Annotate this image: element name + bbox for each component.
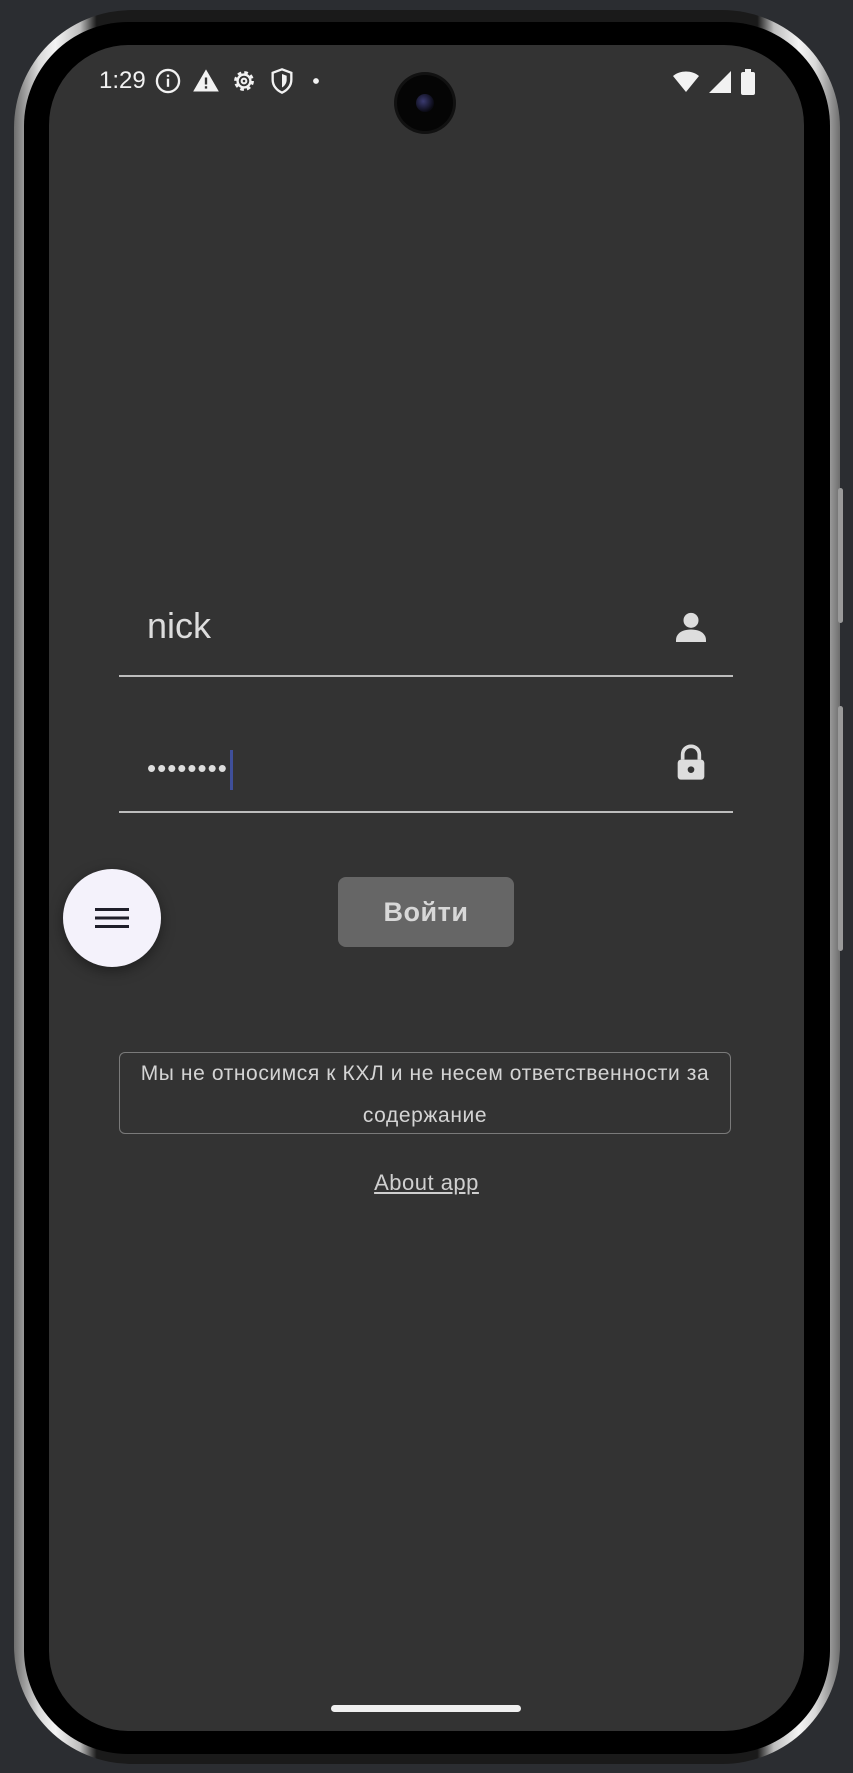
info-icon: [155, 68, 181, 94]
lock-icon: [677, 744, 705, 780]
settings-icon: [234, 71, 254, 91]
side-button-lower: [838, 706, 843, 951]
status-time: 1:29: [99, 67, 146, 94]
username-value[interactable]: nick: [147, 605, 211, 647]
shield-icon: [271, 68, 293, 94]
menu-fab-button[interactable]: [63, 869, 161, 967]
wifi-icon: [673, 71, 699, 92]
warning-icon: [193, 69, 219, 92]
dot-icon: [313, 78, 319, 84]
side-button-upper: [838, 488, 843, 623]
status-icons-left: [154, 67, 326, 95]
battery-icon: [741, 69, 755, 95]
username-field[interactable]: nick: [119, 585, 733, 677]
status-icons-right: [672, 69, 756, 95]
password-dots: ••••••••: [147, 752, 228, 783]
password-value[interactable]: ••••••••: [147, 750, 233, 790]
signal-icon: [709, 71, 731, 93]
login-button[interactable]: Войти: [338, 877, 514, 947]
front-camera: [397, 75, 453, 131]
password-field[interactable]: ••••••••: [119, 721, 733, 813]
disclaimer-text: Мы не относимся к КХЛ и не несем ответст…: [119, 1052, 731, 1134]
about-app-link[interactable]: About app: [49, 1170, 804, 1196]
person-icon: [676, 612, 706, 642]
menu-icon: [95, 908, 129, 928]
app-screen: 1:29 nick •••••••• Войти Мы не относимся…: [49, 45, 804, 1731]
home-indicator[interactable]: [331, 1705, 521, 1712]
text-caret: [229, 750, 233, 790]
